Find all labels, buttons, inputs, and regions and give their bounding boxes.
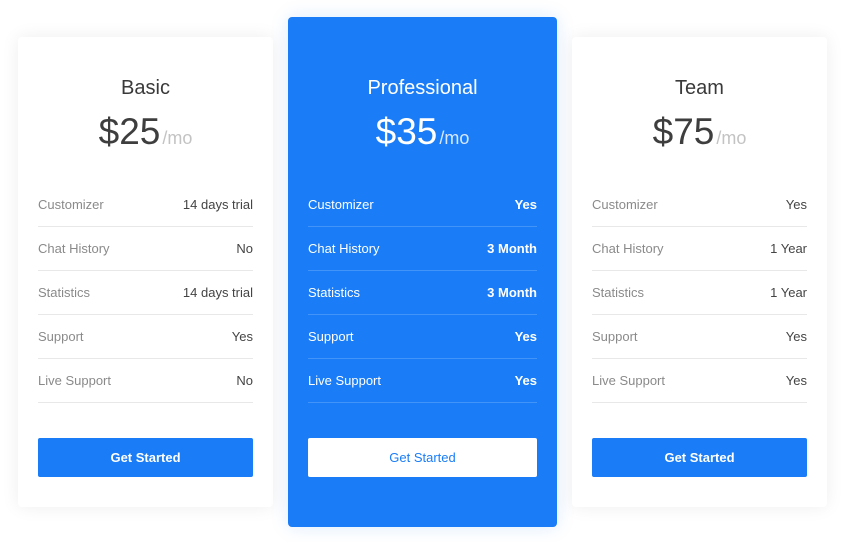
- feature-value: Yes: [514, 197, 537, 212]
- plan-price: $75: [652, 111, 715, 152]
- feature-label: Support: [308, 329, 354, 344]
- price-period: /mo: [162, 128, 193, 148]
- plan-price: $35: [375, 111, 438, 152]
- feature-row-statistics: Statistics 3 Month: [308, 271, 537, 315]
- feature-value: No: [236, 373, 253, 388]
- price-row: $75/mo: [572, 111, 827, 153]
- feature-label: Statistics: [38, 285, 91, 300]
- get-started-button-professional[interactable]: Get Started: [308, 438, 537, 477]
- feature-row-support: Support Yes: [308, 315, 537, 359]
- feature-row-chat-history: Chat History 3 Month: [308, 227, 537, 271]
- feature-row-statistics: Statistics 14 days trial: [38, 271, 253, 315]
- feature-list: Customizer 14 days trial Chat History No…: [38, 183, 253, 403]
- plan-name: Professional: [367, 77, 478, 99]
- feature-value: 1 Year: [770, 241, 807, 256]
- feature-label: Chat History: [592, 241, 664, 256]
- feature-label: Live Support: [38, 373, 111, 388]
- price-row: $35/mo: [288, 111, 557, 153]
- price-row: $25/mo: [18, 111, 273, 153]
- feature-value: Yes: [514, 373, 537, 388]
- feature-row-statistics: Statistics 1 Year: [592, 271, 807, 315]
- feature-label: Customizer: [38, 197, 104, 212]
- get-started-button-team[interactable]: Get Started: [592, 438, 807, 477]
- feature-label: Customizer: [592, 197, 658, 212]
- feature-value: 1 Year: [770, 285, 807, 300]
- feature-value: Yes: [231, 329, 253, 344]
- get-started-button-basic[interactable]: Get Started: [38, 438, 253, 477]
- feature-label: Live Support: [592, 373, 665, 388]
- feature-row-customizer: Customizer 14 days trial: [38, 183, 253, 227]
- feature-label: Support: [592, 329, 638, 344]
- pricing-section: Basic $25/mo Customizer 14 days trial Ch…: [0, 0, 843, 542]
- feature-value: 3 Month: [487, 241, 537, 256]
- pricing-card-basic: Basic $25/mo Customizer 14 days trial Ch…: [18, 37, 273, 507]
- feature-label: Live Support: [308, 373, 381, 388]
- feature-label: Statistics: [308, 285, 361, 300]
- feature-value: Yes: [785, 373, 807, 388]
- feature-row-live-support: Live Support No: [38, 359, 253, 403]
- feature-list: Customizer Yes Chat History 3 Month Stat…: [308, 183, 537, 403]
- price-period: /mo: [439, 128, 470, 148]
- feature-value: Yes: [785, 197, 807, 212]
- feature-row-live-support: Live Support Yes: [592, 359, 807, 403]
- pricing-card-professional: Professional $35/mo Customizer Yes Chat …: [288, 17, 557, 527]
- price-period: /mo: [716, 128, 747, 148]
- feature-value: No: [236, 241, 253, 256]
- feature-row-chat-history: Chat History 1 Year: [592, 227, 807, 271]
- feature-value: 3 Month: [487, 285, 537, 300]
- feature-row-support: Support Yes: [592, 315, 807, 359]
- feature-label: Chat History: [308, 241, 380, 256]
- feature-row-chat-history: Chat History No: [38, 227, 253, 271]
- feature-label: Support: [38, 329, 84, 344]
- feature-value: Yes: [785, 329, 807, 344]
- feature-value: 14 days trial: [182, 285, 253, 300]
- feature-row-support: Support Yes: [38, 315, 253, 359]
- plan-name: Team: [675, 77, 724, 99]
- feature-value: Yes: [514, 329, 537, 344]
- feature-row-customizer: Customizer Yes: [592, 183, 807, 227]
- plan-name: Basic: [121, 77, 170, 99]
- feature-row-live-support: Live Support Yes: [308, 359, 537, 403]
- plan-price: $25: [98, 111, 161, 152]
- feature-label: Customizer: [308, 197, 374, 212]
- feature-label: Chat History: [38, 241, 110, 256]
- feature-list: Customizer Yes Chat History 1 Year Stati…: [592, 183, 807, 403]
- feature-value: 14 days trial: [182, 197, 253, 212]
- pricing-card-team: Team $75/mo Customizer Yes Chat History …: [572, 37, 827, 507]
- feature-label: Statistics: [592, 285, 645, 300]
- feature-row-customizer: Customizer Yes: [308, 183, 537, 227]
